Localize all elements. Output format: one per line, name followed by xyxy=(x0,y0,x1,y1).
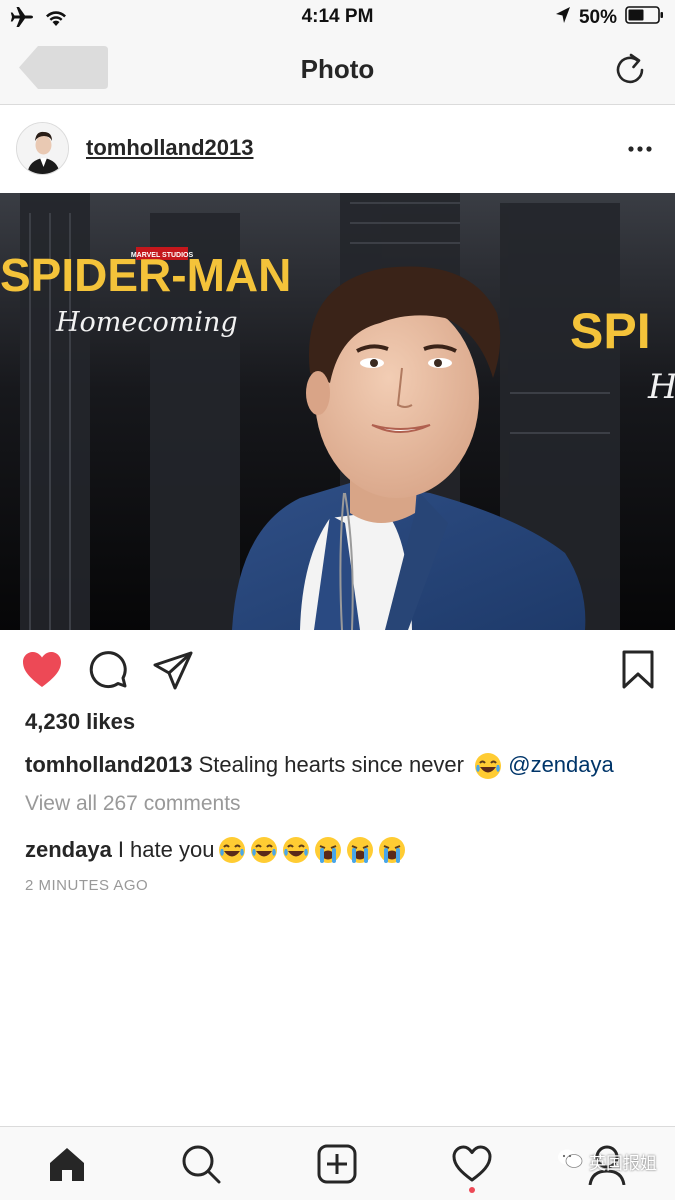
avatar[interactable] xyxy=(16,122,69,175)
search-icon xyxy=(182,1145,221,1184)
likes-count[interactable]: 4,230 likes xyxy=(25,709,135,735)
battery-percent: 50% xyxy=(578,6,617,28)
more-options-button[interactable] xyxy=(627,139,653,159)
heart-filled-icon xyxy=(23,652,61,687)
nav-bar: Photo xyxy=(0,34,675,105)
page-title: Photo xyxy=(300,54,375,84)
add-post-icon xyxy=(317,1144,357,1184)
comment-icon xyxy=(89,651,127,689)
post-caption: tomholland2013 Stealing hearts since nev… xyxy=(25,752,614,780)
caption-username[interactable]: tomholland2013 xyxy=(25,752,192,777)
crying-emoji-icon xyxy=(374,836,406,864)
post-username[interactable]: tomholland2013 xyxy=(86,135,253,161)
post-photo[interactable]: MARVEL STUDIOS SPIDER-MAN Homecoming SPI… xyxy=(0,193,675,630)
post-actions xyxy=(0,630,675,710)
spider-man-title: SPIDER-MAN xyxy=(0,249,291,301)
watermark: 英国报姐 xyxy=(557,1148,657,1175)
view-all-comments-link[interactable]: View all 267 comments xyxy=(25,792,241,816)
home-icon xyxy=(50,1148,84,1181)
post-header: tomholland2013 xyxy=(0,105,675,193)
comment-row: zendaya I hate you xyxy=(25,836,406,864)
activity-heart-icon xyxy=(452,1145,492,1182)
status-bar: 4:14 PM 50% xyxy=(0,0,675,34)
svg-text:H: H xyxy=(647,367,675,407)
share-button[interactable] xyxy=(151,648,195,692)
comment-text: I hate you xyxy=(117,837,215,863)
laughing-emoji-icon xyxy=(214,836,246,864)
refresh-icon xyxy=(616,53,644,84)
crying-emoji-icon xyxy=(342,836,374,864)
battery-icon xyxy=(625,5,665,30)
tab-add-post[interactable] xyxy=(316,1143,358,1185)
comment-button[interactable] xyxy=(87,648,131,692)
laughing-emoji-icon xyxy=(470,752,508,780)
activity-notification-dot xyxy=(469,1187,475,1193)
caption-mention[interactable]: @zendaya xyxy=(508,752,614,777)
laughing-emoji-icon xyxy=(246,836,278,864)
bookmark-icon xyxy=(622,650,654,689)
location-arrow-icon xyxy=(555,6,571,29)
tab-home[interactable] xyxy=(46,1143,88,1185)
share-icon xyxy=(153,651,193,690)
post-timestamp: 2 MINUTES AGO xyxy=(25,877,149,894)
refresh-button[interactable] xyxy=(613,51,647,87)
tab-activity[interactable] xyxy=(451,1143,493,1185)
more-dots-icon xyxy=(628,146,652,152)
watermark-text: 英国报姐 xyxy=(589,1154,657,1173)
tab-search[interactable] xyxy=(180,1143,222,1185)
spider-man-title-right: SPI xyxy=(570,303,651,359)
wechat-icon xyxy=(557,1148,583,1175)
like-button[interactable] xyxy=(20,648,64,692)
laughing-emoji-icon xyxy=(278,836,310,864)
bookmark-button[interactable] xyxy=(616,648,660,692)
crying-emoji-icon xyxy=(310,836,342,864)
homecoming-subtitle: Homecoming xyxy=(55,307,238,338)
comment-username[interactable]: zendaya xyxy=(25,837,112,863)
caption-text: Stealing hearts since never xyxy=(198,752,464,777)
